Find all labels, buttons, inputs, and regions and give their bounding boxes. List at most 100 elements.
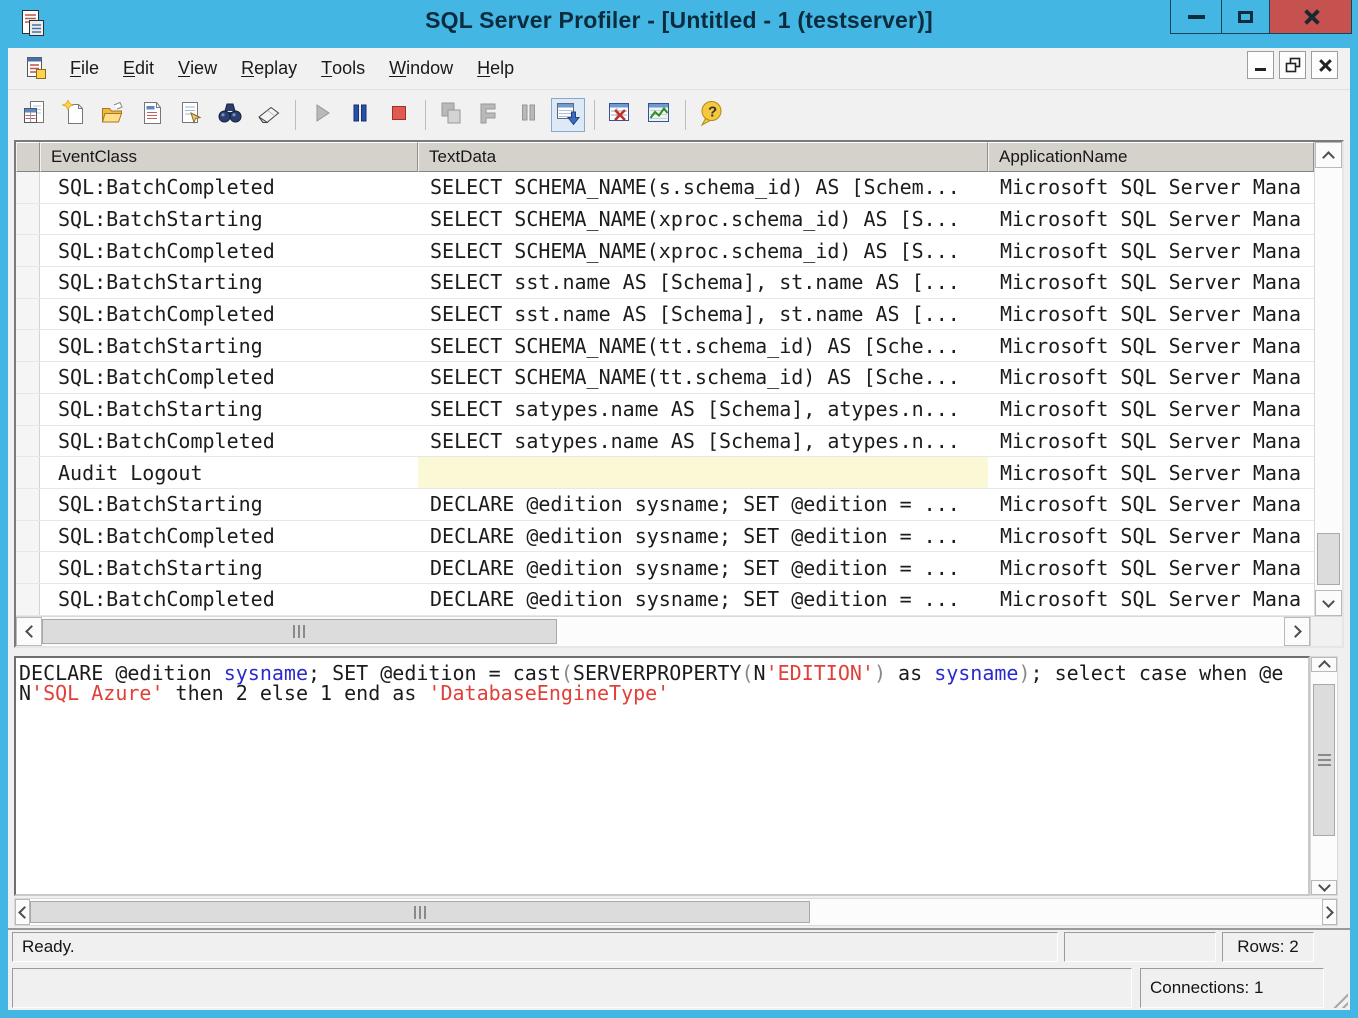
detail-scroll-right-button[interactable]	[1322, 899, 1337, 925]
trace-grid-rows: SQL:BatchCompletedSELECT SCHEMA_NAME(s.s…	[16, 172, 1314, 616]
column-header-textdata[interactable]: TextData	[418, 142, 988, 172]
table-row[interactable]: SQL:BatchStartingSELECT sst.name AS [Sch…	[16, 267, 1314, 299]
window-title: SQL Server Profiler - [Untitled - 1 (tes…	[0, 7, 1358, 34]
detail-vscroll-thumb[interactable]	[1313, 684, 1335, 836]
table-row[interactable]: SQL:BatchStartingSELECT satypes.name AS …	[16, 394, 1314, 426]
applicationname-cell: Microsoft SQL Server Mana	[988, 330, 1314, 361]
grid-horizontal-scrollbar[interactable]	[16, 616, 1342, 646]
menu-edit[interactable]: Edit	[111, 48, 166, 89]
table-row[interactable]: SQL:BatchCompletedSELECT SCHEMA_NAME(s.s…	[16, 172, 1314, 204]
table-row[interactable]: SQL:BatchCompletedSELECT SCHEMA_NAME(xpr…	[16, 235, 1314, 267]
grid-scroll-up-button[interactable]	[1315, 142, 1342, 168]
toolbar-separator	[425, 100, 426, 130]
menu-view[interactable]: View	[166, 48, 229, 89]
grid-scroll-right-button[interactable]	[1284, 617, 1310, 646]
clear-trace-button[interactable]	[252, 98, 286, 132]
column-header-eventclass[interactable]: EventClass	[40, 142, 418, 172]
detail-hscroll-track[interactable]	[30, 899, 1322, 925]
detail-scroll-left-button[interactable]	[15, 899, 30, 925]
save-trace-icon	[139, 100, 165, 131]
detail-scroll-up-button[interactable]	[1311, 657, 1337, 672]
grid-hscroll-thumb[interactable]	[42, 619, 557, 644]
table-row[interactable]: Audit LogoutMicrosoft SQL Server Mana	[16, 457, 1314, 489]
table-row[interactable]: SQL:BatchStartingDECLARE @edition sysnam…	[16, 552, 1314, 584]
eventclass-cell: SQL:BatchCompleted	[40, 362, 418, 393]
grid-vscroll-track[interactable]	[1315, 168, 1342, 590]
table-row[interactable]: SQL:BatchCompletedDECLARE @edition sysna…	[16, 584, 1314, 616]
save-trace-button[interactable]	[135, 98, 169, 132]
help-button[interactable]: ?	[694, 98, 728, 132]
auto-scroll-button[interactable]	[551, 98, 585, 132]
open-trace-button[interactable]	[96, 98, 130, 132]
chevron-down-icon	[1318, 879, 1331, 892]
properties-button[interactable]	[174, 98, 208, 132]
grid-vscroll-thumb[interactable]	[1317, 533, 1340, 585]
eventclass-cell: SQL:BatchStarting	[40, 330, 418, 361]
mdi-restore-icon	[1285, 57, 1301, 73]
chevron-right-icon	[1321, 906, 1334, 919]
row-header-cell	[16, 172, 40, 203]
table-row[interactable]: SQL:BatchCompletedSELECT satypes.name AS…	[16, 426, 1314, 458]
applicationname-cell: Microsoft SQL Server Mana	[988, 299, 1314, 330]
row-header-cell	[16, 299, 40, 330]
menu-replay[interactable]: Replay	[229, 48, 309, 89]
new-trace-icon	[22, 100, 48, 131]
applicationname-cell: Microsoft SQL Server Mana	[988, 457, 1314, 488]
table-row[interactable]: SQL:BatchStartingDECLARE @edition sysnam…	[16, 489, 1314, 521]
row-header-cell	[16, 394, 40, 425]
mdi-close-button[interactable]	[1311, 51, 1338, 79]
mdi-restore-button[interactable]	[1279, 51, 1306, 79]
detail-vscroll-track[interactable]	[1311, 672, 1337, 880]
find-button[interactable]	[213, 98, 247, 132]
column-header-applicationname[interactable]: ApplicationName	[988, 142, 1314, 172]
row-header-cell	[16, 204, 40, 235]
trace-grid-main: EventClass TextData ApplicationName SQL:…	[16, 142, 1314, 616]
maximize-button[interactable]	[1222, 0, 1270, 34]
text-detail-pane[interactable]: DECLARE @edition sysname; SET @edition =…	[14, 656, 1310, 896]
textdata-cell: DECLARE @edition sysname; SET @edition =…	[418, 489, 988, 520]
trace-settings-button[interactable]	[603, 98, 637, 132]
menu-items: FileEditViewReplayToolsWindowHelp	[58, 48, 526, 89]
detail-vertical-scrollbar[interactable]	[1310, 656, 1338, 896]
find-icon	[217, 100, 243, 131]
applicationname-cell: Microsoft SQL Server Mana	[988, 552, 1314, 583]
toggle-breakpoint-button[interactable]	[512, 98, 546, 132]
menu-help[interactable]: Help	[465, 48, 526, 89]
new-template-button[interactable]	[57, 98, 91, 132]
new-trace-button[interactable]	[18, 98, 52, 132]
toolbar-separator	[685, 100, 686, 130]
mdi-minimize-button[interactable]	[1247, 51, 1274, 79]
row-header-cell	[16, 552, 40, 583]
trace-grid-header: EventClass TextData ApplicationName	[16, 142, 1314, 172]
applicationname-cell: Microsoft SQL Server Mana	[988, 362, 1314, 393]
row-header-column	[16, 142, 40, 172]
table-row[interactable]: SQL:BatchCompletedSELECT SCHEMA_NAME(tt.…	[16, 362, 1314, 394]
menu-file[interactable]: File	[58, 48, 111, 89]
table-row[interactable]: SQL:BatchCompletedSELECT sst.name AS [Sc…	[16, 299, 1314, 331]
table-row[interactable]: SQL:BatchStartingSELECT SCHEMA_NAME(tt.s…	[16, 330, 1314, 362]
pause-trace-button[interactable]	[343, 98, 377, 132]
grid-scroll-down-button[interactable]	[1315, 590, 1342, 616]
grid-scroll-left-button[interactable]	[16, 617, 42, 646]
run-to-cursor-button[interactable]	[473, 98, 507, 132]
applicationname-cell: Microsoft SQL Server Mana	[988, 204, 1314, 235]
table-row[interactable]: SQL:BatchCompletedDECLARE @edition sysna…	[16, 521, 1314, 553]
table-row[interactable]: SQL:BatchStartingSELECT SCHEMA_NAME(xpro…	[16, 204, 1314, 236]
stop-trace-button[interactable]	[382, 98, 416, 132]
grid-vertical-scrollbar[interactable]	[1314, 142, 1342, 616]
detail-hscroll-thumb[interactable]	[30, 901, 810, 923]
textdata-cell: DECLARE @edition sysname; SET @edition =…	[418, 584, 988, 615]
close-button[interactable]	[1270, 0, 1352, 34]
textdata-cell: DECLARE @edition sysname; SET @edition =…	[418, 552, 988, 583]
grid-hscroll-track[interactable]	[42, 617, 1284, 646]
menu-tools[interactable]: Tools	[309, 48, 377, 89]
textdata-cell: SELECT satypes.name AS [Schema], atypes.…	[418, 394, 988, 425]
menu-window[interactable]: Window	[377, 48, 465, 89]
execute-one-step-button[interactable]	[434, 98, 468, 132]
minimize-button[interactable]	[1170, 0, 1222, 34]
start-replay-button[interactable]	[304, 98, 338, 132]
detail-scroll-down-button[interactable]	[1311, 880, 1337, 895]
performance-data-button[interactable]	[642, 98, 676, 132]
detail-horizontal-scrollbar[interactable]	[14, 898, 1338, 926]
mdi-document-icon[interactable]	[24, 56, 48, 82]
